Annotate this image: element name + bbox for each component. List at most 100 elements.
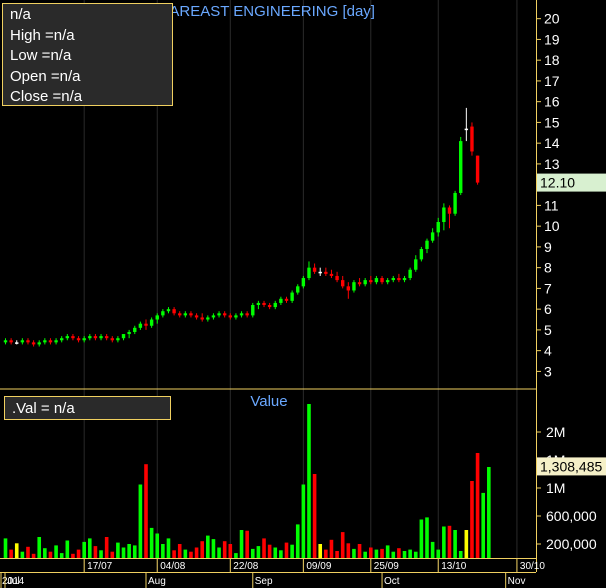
candle-body (15, 342, 19, 344)
volume-tick-label: 2M (546, 424, 565, 440)
volume-bar (487, 467, 491, 558)
candle-body (65, 336, 70, 339)
volume-bar (369, 547, 373, 558)
candle-body (48, 340, 53, 343)
volume-bar (380, 548, 384, 558)
candle-body (459, 141, 463, 193)
candle-body (329, 273, 334, 276)
volume-bar (453, 530, 457, 558)
volume-bar (464, 530, 469, 558)
price-tick-label: 11 (544, 197, 559, 213)
candle-body (234, 315, 238, 318)
volume-bar (149, 527, 154, 558)
volume-bar (470, 481, 474, 558)
ohlc-close: Close = n/a (10, 87, 165, 108)
volume-bar (161, 544, 165, 558)
volume-bar (250, 548, 255, 558)
volume-bar (177, 544, 182, 558)
candle-body (318, 271, 322, 274)
candle-body (37, 342, 41, 345)
candle-body (341, 280, 345, 287)
volume-bar (307, 404, 311, 558)
ohlc-high: High = n/a (10, 26, 165, 47)
ohlc-name: n/a (10, 6, 31, 23)
candle-body (245, 313, 249, 316)
candle-body (290, 292, 294, 301)
volume-bar (200, 541, 204, 558)
volume-tick-label: 600,000 (546, 508, 597, 524)
candle-body (402, 278, 407, 281)
month-tick-label: Nov (508, 576, 526, 587)
volume-bar (76, 549, 81, 558)
volume-panel-title: Value (250, 393, 287, 410)
volume-bar (54, 545, 58, 558)
candle-body (172, 309, 176, 314)
volume-bar (48, 551, 53, 558)
candle-body (442, 207, 446, 223)
candle-body (447, 207, 452, 214)
volume-bar (273, 547, 278, 558)
volume-bar (245, 530, 249, 558)
date-tick-label: 13/10 (441, 561, 466, 572)
volume-bar (312, 474, 317, 558)
stock-chart: FAREAST ENGINEERING [day]345678910111213… (0, 0, 606, 588)
candle-body (149, 319, 154, 326)
volume-bar (425, 517, 429, 558)
candle-body (104, 336, 109, 339)
open-value: n/a (59, 67, 81, 85)
price-tick-label: 13 (544, 156, 560, 172)
volume-bar (284, 542, 289, 558)
volume-bar (127, 544, 131, 558)
volume-tick-label: 1M (546, 480, 565, 496)
volume-bar (110, 551, 115, 558)
volume-bar (447, 525, 452, 558)
candle-body (357, 282, 362, 285)
price-tick-label: 8 (544, 260, 552, 276)
candle-body (194, 315, 199, 318)
candle-body (296, 286, 300, 293)
candle-body (20, 340, 25, 343)
volume-bar (329, 539, 334, 558)
candle-body (385, 280, 390, 283)
volume-bar (9, 549, 13, 558)
price-tick-label: 6 (544, 301, 552, 317)
candle-body (110, 338, 114, 341)
candle-body (121, 334, 126, 339)
candle-body (161, 311, 165, 316)
candle-body (178, 313, 182, 316)
candle-body (206, 317, 210, 320)
candle-body (200, 317, 204, 320)
ohlc-low: Low = n/a (10, 46, 165, 67)
candle-body (369, 280, 373, 283)
volume-bar (413, 551, 418, 558)
volume-bar (59, 553, 64, 558)
volume-value: n/a (53, 400, 75, 417)
volume-bar (43, 548, 47, 558)
volume-bar (82, 541, 86, 558)
last-volume-label: 1,308,485 (540, 458, 602, 474)
candle-body (183, 313, 188, 316)
candle-body (88, 336, 92, 339)
volume-label: .Val = (12, 400, 54, 417)
candle-body (397, 278, 401, 281)
candle-body (284, 298, 289, 301)
candle-body (352, 282, 356, 291)
volume-bar (26, 546, 30, 558)
candle-body (335, 275, 339, 281)
date-tick-label: 09/09 (306, 561, 331, 572)
volume-bar (166, 538, 171, 558)
price-tick-label: 14 (544, 135, 560, 151)
candle-body (470, 126, 474, 152)
ohlc-info-box: n/a High = n/a Low = n/a Open = n/a Clos… (2, 3, 173, 106)
candle-body (346, 286, 351, 291)
volume-bar (189, 551, 193, 558)
volume-bar (37, 537, 42, 558)
volume-bar (318, 544, 323, 558)
volume-bar (262, 538, 266, 558)
candle-body (166, 309, 171, 312)
volume-bar (172, 550, 176, 558)
volume-bar (295, 524, 300, 558)
volume-bar (408, 549, 412, 558)
low-value: n/a (50, 47, 72, 64)
candle-body (414, 259, 418, 270)
